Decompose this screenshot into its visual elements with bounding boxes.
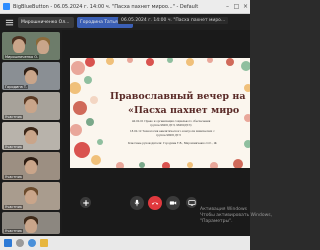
participant-name: Городина Т. xyxy=(4,85,29,89)
avatar xyxy=(37,40,49,54)
avatar xyxy=(25,99,37,113)
avatar xyxy=(25,130,37,144)
slide-title-line-1: Православный вечер на xyxy=(110,91,246,102)
camera-icon xyxy=(169,201,177,205)
avatar xyxy=(25,219,37,233)
slide-text-3: 18.02.12 Технология аналитического контр… xyxy=(130,130,215,133)
participant-name: Участник xyxy=(4,115,23,119)
users-list-button[interactable] xyxy=(3,16,15,28)
browser-icon[interactable] xyxy=(28,239,36,247)
folder-icon[interactable] xyxy=(40,239,48,247)
video-tile[interactable]: Участник xyxy=(2,152,60,180)
slide-text-4: группа 98061ДТЛ xyxy=(156,134,181,137)
video-tile[interactable]: Участник xyxy=(2,92,60,120)
tab-participant-1[interactable]: Мирошниченко Ол... xyxy=(18,16,74,28)
microphone-icon xyxy=(134,199,140,207)
menu-icon xyxy=(5,19,13,25)
window-title-bar: BigBlueButton - 06.05.2024 г. 14:00 ч. "… xyxy=(0,0,250,14)
participant-name: Мирошниченко О. xyxy=(4,55,40,59)
video-tile[interactable]: Участник xyxy=(2,122,60,150)
slide-text-2: группа 96061ДТЛ, 96060ДТЛ) xyxy=(150,124,192,127)
mute-button[interactable] xyxy=(130,196,144,210)
leave-call-button[interactable] xyxy=(148,196,162,210)
video-tile[interactable]: Участник xyxy=(2,212,60,234)
participant-name: Участник xyxy=(4,145,23,149)
actions-button[interactable] xyxy=(80,197,91,208)
screen-share-icon xyxy=(187,199,196,206)
maximize-icon[interactable]: □ xyxy=(232,3,241,10)
meeting-title: 06.05.2024 г. 14:00 ч. "Пасха пахнет мир… xyxy=(118,17,229,24)
avatar xyxy=(25,70,37,84)
avatar xyxy=(13,39,25,53)
meeting-toolbar: Мирошниченко Ол... Городина Татьяна... 0… xyxy=(0,14,250,30)
avatar xyxy=(25,190,37,204)
phone-hangup-icon xyxy=(151,202,159,205)
camera-button[interactable] xyxy=(166,196,180,210)
close-icon[interactable]: × xyxy=(241,3,250,10)
screen-share-button[interactable] xyxy=(186,197,197,208)
slide-text-1: 40.02.01 Право и организация социального… xyxy=(132,120,211,123)
watermark-line-3: "Параметры". xyxy=(200,219,233,224)
participant-name: Участник xyxy=(4,205,23,209)
window-title: BigBlueButton - 06.05.2024 г. 14:00 ч. "… xyxy=(13,3,199,10)
video-tile[interactable]: Участник xyxy=(2,182,60,210)
app-icon xyxy=(3,3,10,10)
participant-name: Участник xyxy=(4,175,23,179)
os-taskbar xyxy=(0,236,250,250)
video-tile[interactable]: Городина Т. xyxy=(2,62,60,90)
plus-icon xyxy=(82,199,89,206)
search-icon[interactable] xyxy=(16,239,24,247)
avatar xyxy=(25,160,37,174)
slide-text-5: Классные руководители: Городина Т.В., Ми… xyxy=(128,142,217,145)
minimize-icon[interactable]: – xyxy=(223,3,232,10)
participant-name: Участник xyxy=(4,229,23,233)
video-tile[interactable]: Мирошниченко О. xyxy=(2,32,60,60)
start-icon[interactable] xyxy=(4,239,12,247)
windows-activation-watermark: Активация Windows Чтобы активировать Win… xyxy=(200,207,272,225)
slide-title-line-2: «Пасха пахнет миро xyxy=(128,105,240,116)
presentation-slide: Православный вечер на «Пасха пахнет миро… xyxy=(70,58,250,168)
participants-panel: Мирошниченко О. Городина Т. Участник Уча… xyxy=(0,30,62,236)
